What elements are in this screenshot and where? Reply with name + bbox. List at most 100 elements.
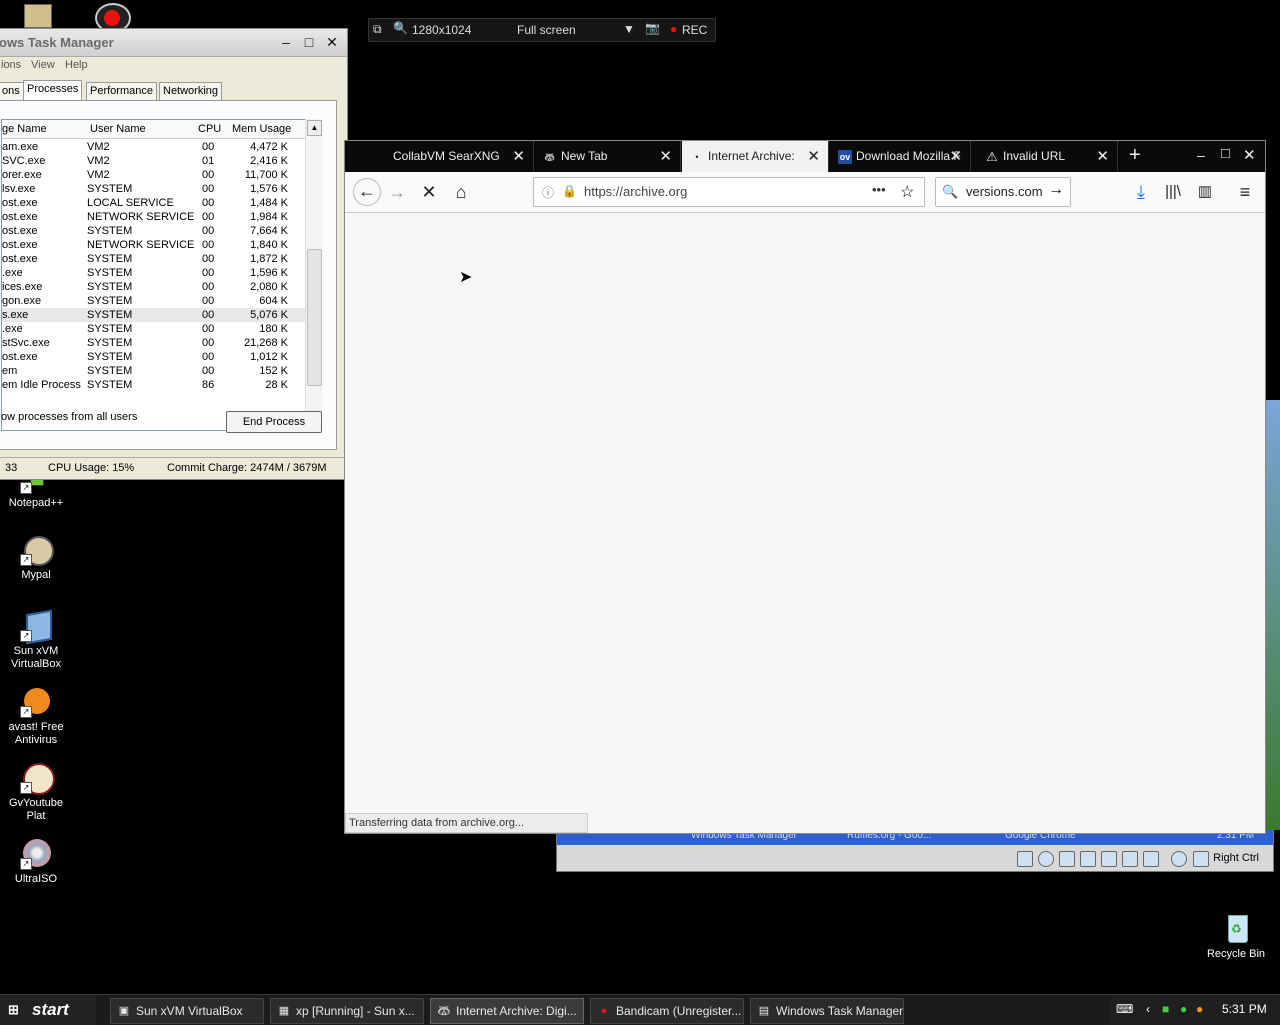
col-image-name[interactable]: ge Name bbox=[2, 123, 47, 135]
network-tray-icon[interactable]: ● bbox=[1180, 1002, 1187, 1016]
col-mem-usage[interactable]: Mem Usage bbox=[232, 123, 291, 135]
firefox-tab-active[interactable]: • Internet Archive: ✕ bbox=[682, 141, 829, 172]
process-row[interactable]: em Idle Process SYSTEM 86 28 K bbox=[2, 378, 314, 392]
avast-tray-icon[interactable]: ● bbox=[1196, 1002, 1203, 1016]
desktop-icon-gvyoutube[interactable]: ↗ GvYoutube Plat bbox=[1, 762, 71, 823]
close-icon[interactable]: ✕ bbox=[322, 33, 342, 51]
capture-icon[interactable] bbox=[1171, 851, 1187, 867]
end-process-button[interactable]: End Process bbox=[226, 411, 322, 433]
desktop-icon-recycle-bin[interactable]: ♻ Recycle Bin bbox=[1201, 913, 1271, 961]
url-text[interactable]: https://archive.org bbox=[584, 184, 687, 199]
close-icon[interactable]: ✕ bbox=[1243, 146, 1256, 164]
process-row[interactable]: ost.exe LOCAL SERVICE 00 1,484 K bbox=[2, 196, 314, 210]
firefox-tab[interactable]: ⚠ Invalid URL ✕ bbox=[977, 141, 1118, 172]
taskbar-button[interactable]: ● Bandicam (Unregister... bbox=[590, 998, 744, 1024]
usb-icon[interactable] bbox=[1101, 851, 1117, 867]
tab-close-icon[interactable]: ✕ bbox=[949, 141, 962, 172]
search-bar[interactable]: 🔍 versions.com → bbox=[935, 177, 1071, 207]
process-row[interactable]: em SYSTEM 00 152 K bbox=[2, 364, 314, 378]
bandicam-rec-button[interactable]: REC bbox=[682, 23, 707, 37]
forward-icon[interactable]: → bbox=[385, 180, 409, 204]
downloads-icon[interactable]: ⤓ bbox=[1129, 180, 1153, 204]
tab-networking[interactable]: Networking bbox=[159, 82, 223, 100]
floppy-icon[interactable] bbox=[1059, 851, 1075, 867]
display-icon[interactable] bbox=[1143, 851, 1159, 867]
network-icon[interactable] bbox=[1080, 851, 1096, 867]
tab-processes[interactable]: Processes bbox=[23, 80, 83, 101]
desktop-icon-ultraiso[interactable]: ↗ UltraISO bbox=[1, 838, 71, 886]
desktop-icon-mypal[interactable]: ↗ Mypal bbox=[1, 534, 71, 582]
menu-hamburger-icon[interactable]: ≡ bbox=[1233, 180, 1257, 204]
stop-icon[interactable]: ✕ bbox=[417, 180, 441, 204]
process-row[interactable]: .exe SYSTEM 00 1,596 K bbox=[2, 266, 314, 280]
info-icon[interactable]: ⓘ bbox=[542, 184, 554, 201]
process-row[interactable]: ost.exe SYSTEM 00 1,872 K bbox=[2, 252, 314, 266]
desktop-icon-avast[interactable]: ↗ avast! Free Antivirus bbox=[1, 686, 71, 747]
process-row[interactable]: orer.exe VM2 00 11,700 K bbox=[2, 168, 314, 182]
maximize-icon[interactable]: □ bbox=[299, 33, 319, 51]
search-go-icon[interactable]: → bbox=[1048, 181, 1064, 199]
show-all-users-checkbox-label[interactable]: ow processes from all users bbox=[1, 411, 137, 423]
hdd-icon[interactable] bbox=[1017, 851, 1033, 867]
cd-icon[interactable] bbox=[1038, 851, 1054, 867]
task-manager-titlebar[interactable]: ows Task Manager ‒ □ ✕ bbox=[0, 29, 347, 57]
process-row[interactable]: stSvc.exe SYSTEM 00 21,268 K bbox=[2, 336, 314, 350]
camera-icon[interactable]: 📷 bbox=[645, 21, 660, 35]
col-cpu[interactable]: CPU bbox=[198, 123, 221, 135]
back-icon[interactable]: ← bbox=[353, 178, 381, 206]
tray-expand-icon[interactable]: ‹ bbox=[1146, 1002, 1150, 1016]
process-row[interactable]: am.exe VM2 00 4,472 K bbox=[2, 140, 314, 154]
shared-folder-icon[interactable] bbox=[1122, 851, 1138, 867]
scroll-thumb[interactable] bbox=[307, 249, 322, 386]
process-row[interactable]: ost.exe NETWORK SERVICE 00 1,984 K bbox=[2, 210, 314, 224]
firefox-tab[interactable]: 🦝 New Tab ✕ bbox=[535, 141, 681, 172]
tab-applications[interactable]: ons bbox=[0, 82, 24, 100]
tab-performance[interactable]: Performance bbox=[86, 82, 157, 100]
home-icon[interactable]: ⌂ bbox=[449, 180, 473, 204]
search-text[interactable]: versions.com bbox=[966, 184, 1043, 199]
new-tab-icon[interactable]: + bbox=[1129, 144, 1141, 167]
url-bar[interactable]: ⓘ 🔒 https://archive.org ••• ☆ bbox=[533, 177, 925, 207]
tab-close-icon[interactable]: ✕ bbox=[659, 141, 672, 172]
tab-close-icon[interactable]: ✕ bbox=[807, 141, 820, 172]
bookmark-star-icon[interactable]: ☆ bbox=[900, 182, 914, 202]
sidebar-icon[interactable]: ▥ bbox=[1193, 180, 1217, 204]
page-content-area[interactable] bbox=[345, 213, 1265, 813]
process-row[interactable]: ost.exe NETWORK SERVICE 00 1,840 K bbox=[2, 238, 314, 252]
process-row[interactable]: s.exe SYSTEM 00 5,076 K bbox=[2, 308, 314, 322]
desktop-icon-top1[interactable] bbox=[24, 4, 52, 28]
menu-help[interactable]: Help bbox=[65, 59, 88, 71]
start-button[interactable]: ⊞ start bbox=[0, 995, 96, 1025]
process-row[interactable]: .exe SYSTEM 00 180 K bbox=[2, 322, 314, 336]
maximize-icon[interactable]: □ bbox=[1221, 145, 1230, 162]
bandicam-mode[interactable]: Full screen bbox=[517, 23, 576, 37]
tab-close-icon[interactable]: ✕ bbox=[1096, 141, 1109, 172]
minimize-icon[interactable]: ‒ bbox=[276, 33, 296, 51]
taskbar-button[interactable]: ▤ Windows Task Manager bbox=[750, 998, 904, 1024]
process-row[interactable]: SVC.exe VM2 01 2,416 K bbox=[2, 154, 314, 168]
col-user-name[interactable]: User Name bbox=[90, 123, 146, 135]
scroll-up-icon[interactable]: ▲ bbox=[307, 120, 322, 136]
process-row[interactable]: lsv.exe SYSTEM 00 1,576 K bbox=[2, 182, 314, 196]
tab-close-icon[interactable]: ✕ bbox=[512, 141, 525, 172]
taskbar-button[interactable]: ▣ Sun xVM VirtualBox bbox=[110, 998, 264, 1024]
page-actions-icon[interactable]: ••• bbox=[872, 182, 886, 197]
menu-options[interactable]: ions bbox=[1, 59, 21, 71]
vm-tray-icon[interactable]: ■ bbox=[1162, 1002, 1169, 1016]
process-row[interactable]: ices.exe SYSTEM 00 2,080 K bbox=[2, 280, 314, 294]
desktop-icon-virtualbox[interactable]: ↗ Sun xVM VirtualBox bbox=[1, 609, 71, 671]
menu-view[interactable]: View bbox=[31, 59, 55, 71]
library-icon[interactable]: |||\ bbox=[1161, 180, 1185, 204]
window-select-icon[interactable]: ⧉ bbox=[373, 22, 382, 37]
minimize-icon[interactable]: ‒ bbox=[1197, 147, 1205, 163]
process-row[interactable]: gon.exe SYSTEM 00 604 K bbox=[2, 294, 314, 308]
process-list-scrollbar[interactable]: ▲ ▼ bbox=[305, 119, 322, 431]
process-row[interactable]: ost.exe SYSTEM 00 1,012 K bbox=[2, 350, 314, 364]
taskbar-button[interactable]: ▦ xp [Running] - Sun x... bbox=[270, 998, 424, 1024]
firefox-tab[interactable]: CollabVM SearXNG ✕ bbox=[383, 141, 534, 172]
chevron-down-icon[interactable]: ▼ bbox=[623, 22, 635, 36]
process-list[interactable]: ge Name User Name CPU Mem Usage am.exe VM… bbox=[1, 119, 315, 431]
firefox-tab[interactable]: ov Download Mozilla F ✕ bbox=[830, 141, 971, 172]
taskbar-button-active[interactable]: 🦝 Internet Archive: Digi... bbox=[430, 998, 584, 1024]
keyboard-icon[interactable]: ⌨ bbox=[1116, 1002, 1133, 1016]
